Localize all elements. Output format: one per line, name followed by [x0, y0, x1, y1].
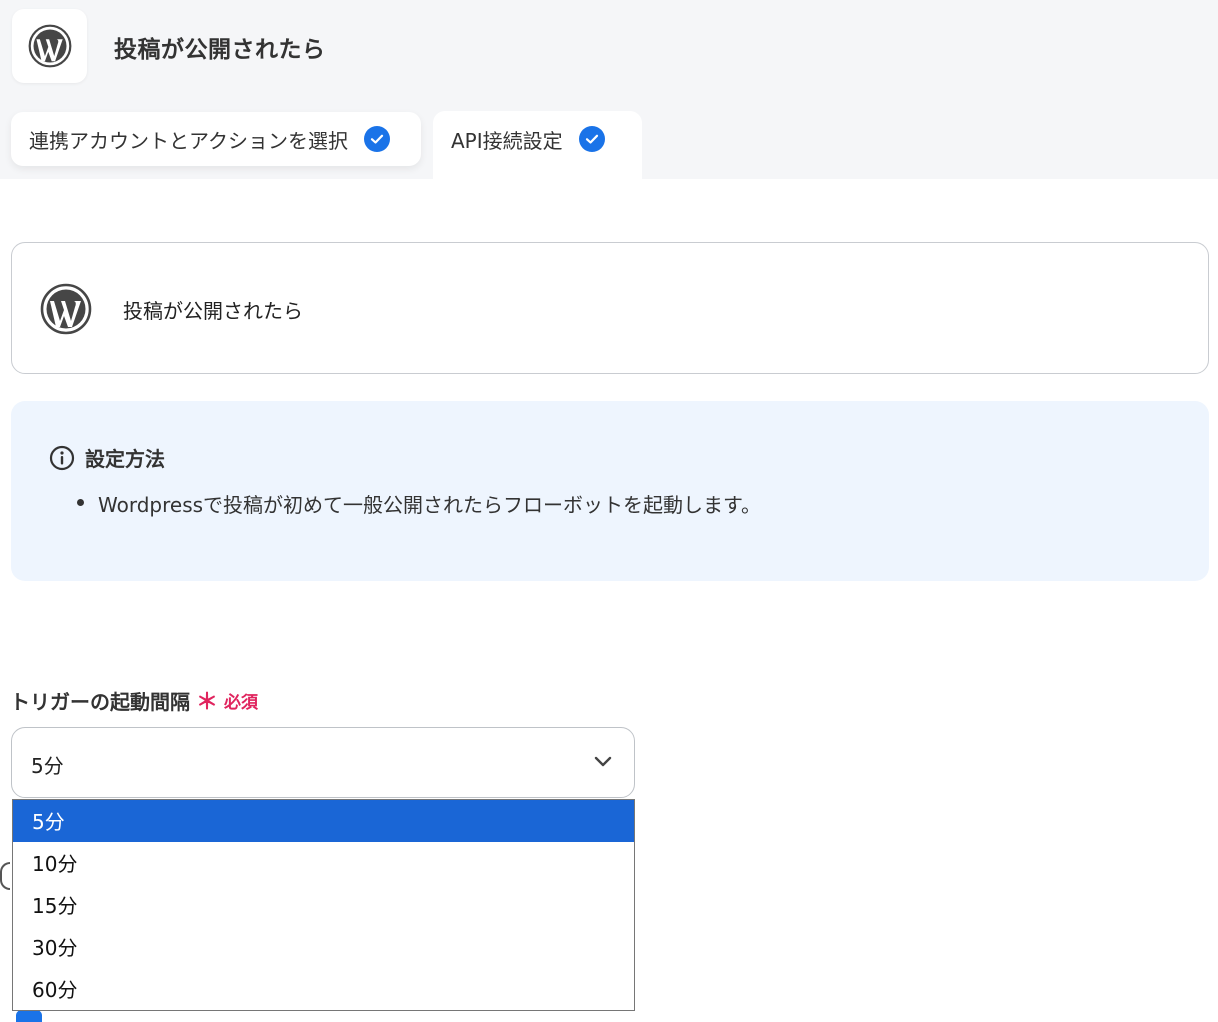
interval-dropdown-list: 5分 10分 15分 30分 60分 — [12, 799, 635, 1011]
tab-label: API接続設定 — [451, 128, 563, 153]
wordpress-icon — [28, 24, 71, 68]
required-asterisk: ＊ — [196, 690, 219, 715]
interval-select[interactable]: 5分 — [11, 727, 635, 798]
page-title: 投稿が公開されたら — [114, 37, 326, 63]
bullet-dot — [77, 499, 84, 506]
dropdown-option-30min[interactable]: 30分 — [13, 926, 634, 968]
info-heading: 設定方法 — [49, 443, 165, 472]
field-label-text: トリガーの起動間隔 — [10, 689, 190, 714]
dropdown-option-15min[interactable]: 15分 — [13, 884, 634, 926]
interval-field-label: トリガーの起動間隔 ＊ 必須 — [10, 684, 258, 716]
tab-label: 連携アカウントとアクションを選択 — [29, 128, 348, 153]
check-circle-icon — [364, 126, 390, 152]
info-circle-icon — [49, 445, 75, 470]
hidden-button-edge — [0, 862, 10, 890]
info-box: 設定方法 Wordpressで投稿が初めて一般公開されたらフローボットを起動しま… — [11, 401, 1209, 581]
trigger-icon-wrap — [40, 283, 92, 339]
wordpress-icon — [40, 283, 92, 335]
required-label: 必須 — [224, 692, 259, 713]
info-heading-text: 設定方法 — [85, 447, 165, 471]
info-list-item: Wordpressで投稿が初めて一般公開されたらフローボットを起動します。 — [98, 493, 762, 517]
trigger-title: 投稿が公開されたら — [123, 299, 303, 323]
app-icon-box — [12, 9, 87, 83]
tab-api-settings[interactable]: API接続設定 — [433, 111, 642, 179]
dropdown-option-60min[interactable]: 60分 — [13, 968, 634, 1010]
check-circle-icon — [578, 126, 605, 152]
dropdown-option-10min[interactable]: 10分 — [13, 842, 634, 884]
dropdown-option-5min[interactable]: 5分 — [13, 800, 634, 842]
top-header-area: 投稿が公開されたら 連携アカウントとアクションを選択 API接続設定 — [0, 0, 1218, 179]
tab-account-action[interactable]: 連携アカウントとアクションを選択 — [11, 112, 421, 166]
trigger-card: 投稿が公開されたら — [11, 242, 1209, 374]
select-value: 5分 — [31, 754, 64, 778]
chevron-down-icon — [594, 756, 612, 767]
